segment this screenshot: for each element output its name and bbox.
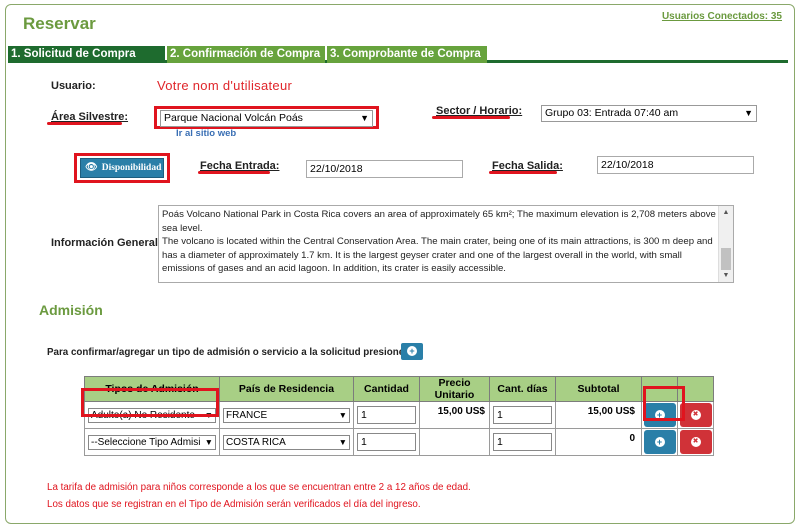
usuario-value: Votre nom d'utilisateur — [157, 78, 293, 93]
tab-bar: 1. Solicitud de Compra 2. Confirmación d… — [8, 46, 788, 63]
plus-icon: + — [407, 346, 417, 356]
add-row-button[interactable]: + — [643, 430, 676, 454]
col-cantidad: Cantidad — [353, 376, 420, 402]
sector-label-highlight — [432, 116, 510, 119]
confirm-add-button[interactable]: + — [401, 343, 423, 360]
tipo-select[interactable]: --Seleccione Tipo Admisi ▼ — [88, 434, 216, 450]
usuario-label: Usuario: — [51, 80, 96, 92]
scroll-thumb[interactable] — [721, 248, 731, 270]
fecha-entrada-highlight — [198, 171, 270, 174]
disponibilidad-label: Disponibilidad — [101, 163, 162, 173]
plus-icon: + — [654, 437, 665, 447]
area-select[interactable]: Parque Nacional Volcán Poás ▼ — [160, 110, 373, 127]
col-subtotal: Subtotal — [555, 376, 642, 402]
admision-instruction: Para confirmar/agregar un tipo de admisi… — [47, 347, 405, 358]
cell-precio: 15,00 US$ — [419, 401, 490, 429]
dias-input[interactable]: 1 — [493, 406, 552, 424]
cell-subtotal: 0 — [555, 428, 642, 456]
close-icon: ✖ — [690, 410, 701, 420]
scroll-up-icon[interactable]: ▲ — [719, 206, 733, 219]
scroll-down-icon[interactable]: ▼ — [719, 269, 733, 282]
pais-select-value: COSTA RICA — [226, 436, 286, 448]
disponibilidad-button[interactable]: 👁 Disponibilidad — [80, 158, 164, 178]
eye-icon: 👁 — [85, 162, 98, 173]
col-dias: Cant. días — [489, 376, 556, 402]
dias-input[interactable]: 1 — [493, 433, 552, 451]
tab-confirmacion[interactable]: 2. Confirmación de Compra — [167, 46, 325, 63]
tab-comprobante[interactable]: 3. Comprobante de Compra — [327, 46, 487, 63]
fecha-salida-input[interactable]: 22/10/2018 — [597, 156, 754, 174]
note-verification: Los datos que se registran en el Tipo de… — [47, 499, 421, 510]
pais-select[interactable]: FRANCE ▼ — [223, 407, 350, 423]
chevron-down-icon: ▼ — [338, 436, 347, 447]
tipo-select-highlight — [81, 388, 219, 417]
cell-pais: FRANCE ▼ — [219, 401, 354, 429]
table-row: --Seleccione Tipo Admisi ▼ COSTA RICA ▼ … — [84, 428, 714, 456]
users-connected-link[interactable]: Usuarios Conectados: 35 — [662, 11, 782, 22]
cell-dias: 1 — [489, 401, 556, 429]
cell-add: + — [641, 428, 678, 456]
page-title: Reservar — [23, 14, 96, 33]
fecha-salida-highlight — [489, 171, 557, 174]
info-scrollbar[interactable]: ▲ ▼ — [718, 206, 733, 282]
cantidad-input[interactable]: 1 — [357, 433, 416, 451]
sector-select[interactable]: Grupo 03: Entrada 07:40 am ▼ — [541, 105, 757, 122]
info-label: Información General: — [51, 237, 162, 249]
cell-tipo: --Seleccione Tipo Admisi ▼ — [84, 428, 220, 456]
sector-select-value: Grupo 03: Entrada 07:40 am — [545, 107, 679, 119]
info-textarea[interactable]: Poás Volcano National Park in Costa Rica… — [158, 205, 734, 283]
add-button-highlight — [643, 386, 685, 421]
chevron-down-icon: ▼ — [744, 108, 753, 118]
cell-cantidad: 1 — [353, 401, 420, 429]
site-link[interactable]: Ir al sitio web — [176, 128, 236, 139]
close-icon: ✖ — [690, 437, 701, 447]
pais-select-value: FRANCE — [226, 409, 268, 421]
col-pais: País de Residencia — [219, 376, 354, 402]
pais-select[interactable]: COSTA RICA ▼ — [223, 434, 350, 450]
remove-row-button[interactable]: ✖ — [679, 430, 712, 454]
tab-solicitud[interactable]: 1. Solicitud de Compra — [8, 46, 165, 63]
chevron-down-icon: ▼ — [204, 436, 213, 447]
area-label-highlight — [47, 122, 122, 125]
admision-title: Admisión — [39, 302, 103, 318]
col-precio: Precio Unitario — [419, 376, 490, 402]
cell-cantidad: 1 — [353, 428, 420, 456]
chevron-down-icon: ▼ — [338, 409, 347, 420]
chevron-down-icon: ▼ — [360, 113, 369, 123]
info-text: Poás Volcano National Park in Costa Rica… — [162, 209, 716, 274]
cell-pais: COSTA RICA ▼ — [219, 428, 354, 456]
note-children: La tarifa de admisión para niños corresp… — [47, 482, 471, 493]
fecha-entrada-input[interactable]: 22/10/2018 — [306, 160, 463, 178]
tipo-select-value: --Seleccione Tipo Admisi — [91, 436, 201, 448]
cell-precio — [419, 428, 490, 456]
cell-remove: ✖ — [677, 428, 714, 456]
cell-subtotal: 15,00 US$ — [555, 401, 642, 429]
area-select-value: Parque Nacional Volcán Poás — [164, 112, 303, 124]
cantidad-input[interactable]: 1 — [357, 406, 416, 424]
cell-dias: 1 — [489, 428, 556, 456]
